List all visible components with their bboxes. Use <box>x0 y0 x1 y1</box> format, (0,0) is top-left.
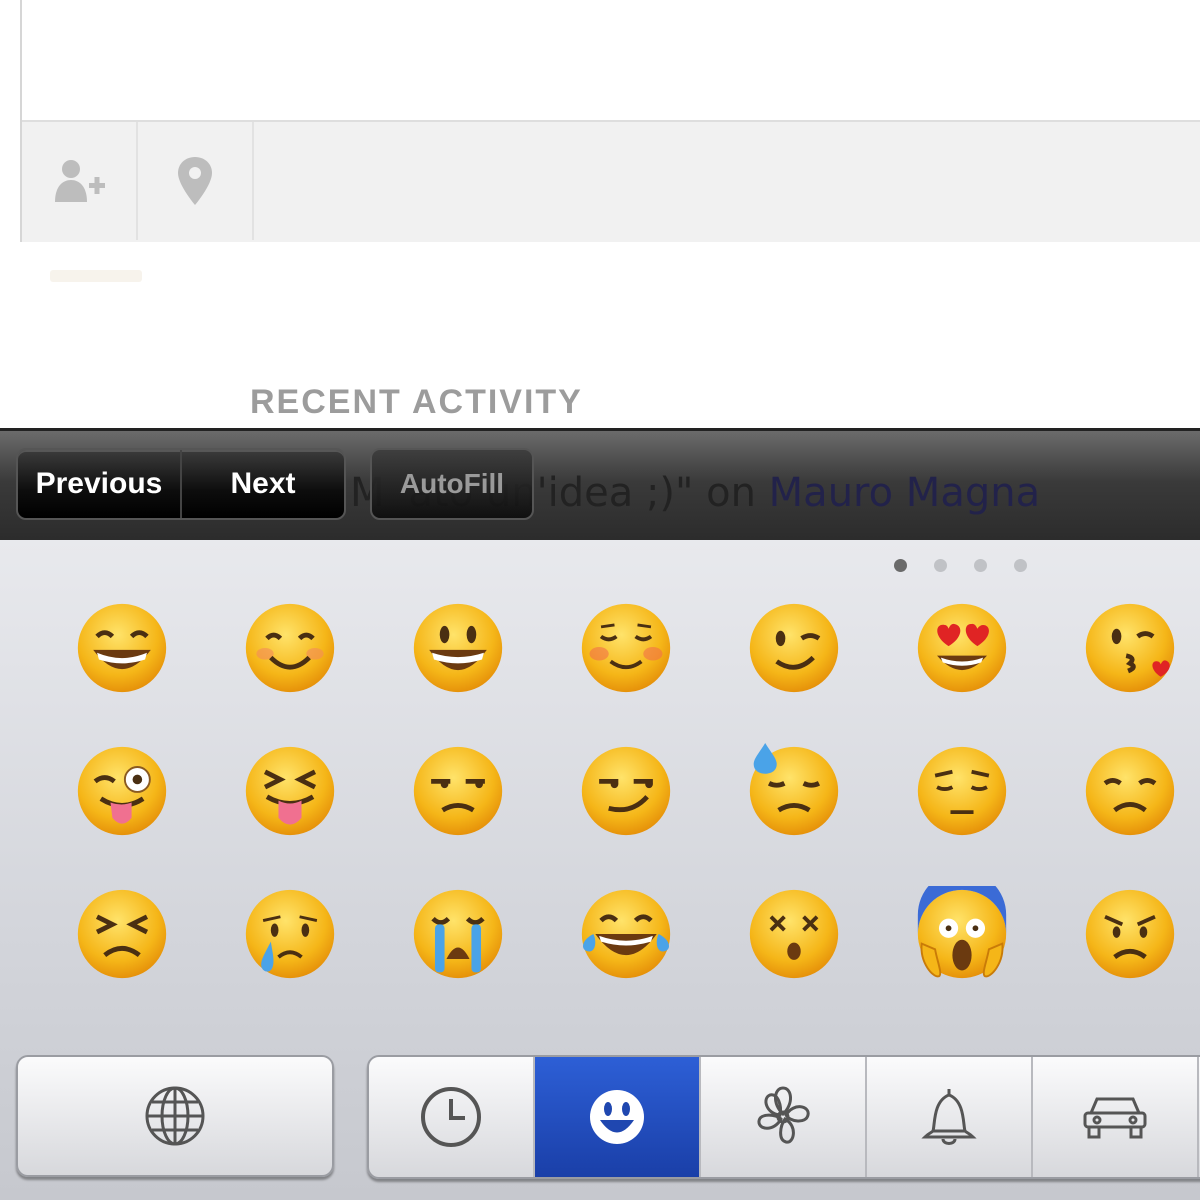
unamused-face-emoji[interactable] <box>410 743 506 839</box>
loudly-crying-face-emoji[interactable] <box>410 886 506 982</box>
prev-next-control: Previous Next <box>16 448 346 520</box>
emoji-grid <box>74 600 1200 1029</box>
heart-eyes-face-emoji[interactable] <box>914 600 1010 696</box>
page-dot[interactable] <box>894 559 907 572</box>
relaxed-face-emoji[interactable] <box>578 600 674 696</box>
squinting-tongue-face-emoji[interactable] <box>242 743 338 839</box>
smirking-face-emoji[interactable] <box>578 743 674 839</box>
flower-icon <box>757 1086 810 1144</box>
winking-face-emoji[interactable] <box>746 600 842 696</box>
add-location-button[interactable] <box>138 122 254 240</box>
post-composer <box>20 0 1200 242</box>
tears-of-joy-face-emoji[interactable] <box>578 886 674 982</box>
composer-actions-bar <box>22 120 1200 242</box>
grinning-squinting-face-emoji[interactable] <box>74 600 170 696</box>
screaming-face-emoji[interactable] <box>914 886 1010 982</box>
emoji-category-bar <box>367 1055 1200 1179</box>
smiley-icon <box>590 1090 644 1144</box>
disappointed-face-emoji[interactable] <box>1082 743 1178 839</box>
page-dot[interactable] <box>1014 559 1027 572</box>
clock-icon <box>421 1087 481 1147</box>
next-button[interactable]: Next <box>182 450 344 518</box>
grinning-face-emoji[interactable] <box>410 600 506 696</box>
page-dot[interactable] <box>934 559 947 572</box>
activity-author-link[interactable]: Mauro Magna <box>769 470 1040 516</box>
globe-icon <box>145 1086 205 1146</box>
category-nature[interactable] <box>701 1057 867 1177</box>
crying-face-emoji[interactable] <box>242 886 338 982</box>
persevering-face-emoji[interactable] <box>74 886 170 982</box>
angry-face-emoji[interactable] <box>1082 886 1178 982</box>
faint-link <box>50 270 142 282</box>
category-places[interactable] <box>1033 1057 1199 1177</box>
location-pin-icon <box>178 157 212 205</box>
previous-button[interactable]: Previous <box>18 450 182 518</box>
add-person-icon <box>55 160 105 202</box>
globe-key[interactable] <box>16 1055 334 1177</box>
pensive-face-emoji[interactable] <box>914 743 1010 839</box>
composer-text-area[interactable] <box>22 0 1200 120</box>
recent-activity-title: RECENT ACTIVITY <box>250 383 583 421</box>
downcast-sweat-face-emoji[interactable] <box>746 743 842 839</box>
page-indicator <box>894 559 1027 572</box>
kissing-heart-face-emoji[interactable] <box>1082 600 1178 696</box>
car-icon <box>1083 1097 1147 1139</box>
dizzy-face-emoji[interactable] <box>746 886 842 982</box>
page-dot[interactable] <box>974 559 987 572</box>
category-people[interactable] <box>535 1057 701 1177</box>
autofill-button[interactable]: AutoFill <box>370 448 534 520</box>
category-recent[interactable] <box>369 1057 535 1177</box>
smiling-face-blush-emoji[interactable] <box>242 600 338 696</box>
tag-people-button[interactable] <box>22 122 138 240</box>
bell-icon <box>921 1089 977 1145</box>
category-objects[interactable] <box>867 1057 1033 1177</box>
winking-tongue-face-emoji[interactable] <box>74 743 170 839</box>
